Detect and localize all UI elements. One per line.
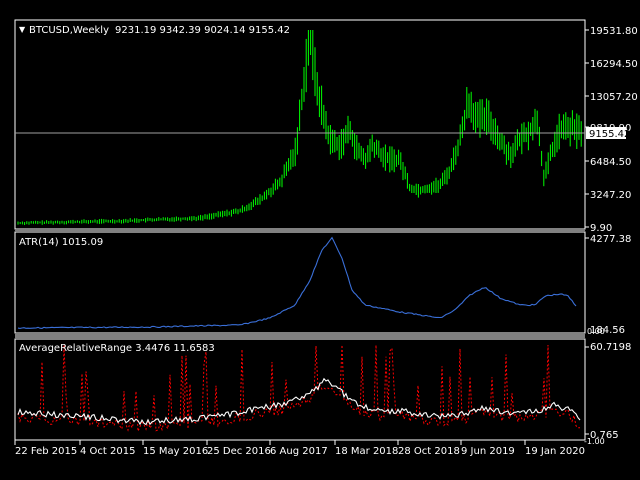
arr-tick: -1.00 [584,437,605,446]
price-tick: 19531.80 [590,26,638,37]
time-tick: 28 Oct 2018 [398,446,460,457]
price-tick: 9.90 [590,223,612,234]
price-tick: 13057.20 [590,92,638,103]
time-tick: 18 Mar 2018 [335,446,398,457]
symbol-collapse-icon[interactable]: ▼ [19,25,26,34]
time-tick: 22 Feb 2015 [15,446,77,457]
price-tick: 6484.50 [590,157,631,168]
ohlc-values: 9231.19 9342.39 9024.14 9155.42 [115,25,290,36]
atr-tick: 0.00 [587,327,605,336]
time-tick: 6 Aug 2017 [270,446,328,457]
main-pane-label: BTCUSD,Weekly 9231.19 9342.39 9024.14 915… [29,25,290,36]
atr-pane-label: ATR(14) 1015.09 [19,237,103,248]
pane-separator[interactable] [15,334,585,338]
time-tick: 15 May 2016 [143,446,208,457]
time-tick: 25 Dec 2016 [207,446,271,457]
arr-pane-frame[interactable] [14,338,586,441]
atr-axis: 4277.38 184.56 0.00 [585,234,631,336]
price-tick: 3247.20 [590,190,631,201]
time-axis: 22 Feb 2015 4 Oct 2015 15 May 2016 25 De… [14,440,585,457]
pane-separator[interactable] [15,229,585,232]
arr-tick: 60.7198 [590,342,631,353]
symbol-label: BTCUSD,Weekly [29,25,109,36]
atr-tick: 4277.38 [590,234,631,245]
current-price-label: 9155.42 [589,129,630,140]
time-tick: 4 Oct 2015 [80,446,135,457]
time-tick: 9 Jun 2019 [461,446,515,457]
time-tick: 19 Jan 2020 [525,446,585,457]
chart-canvas: 19531.80 16294.50 13057.20 9819.90 6484.… [14,19,638,457]
arr-axis: 60.7198 0.765 -1.00 [584,342,631,446]
price-tick: 16294.50 [590,59,638,70]
arr-pane-label: AverageRelativeRange 3.4476 11.6583 [19,343,215,354]
